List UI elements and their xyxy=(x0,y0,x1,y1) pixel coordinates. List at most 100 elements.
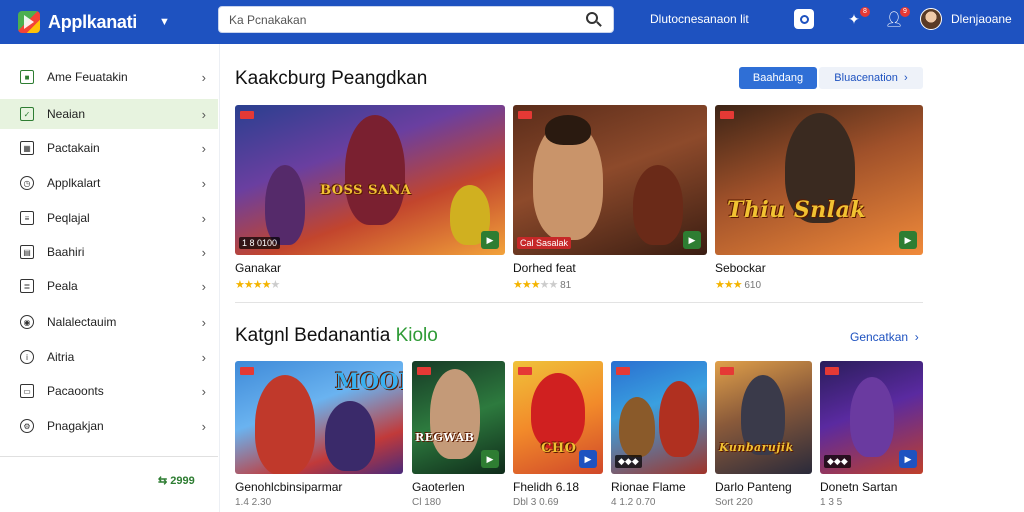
chevron-right-icon: › xyxy=(201,278,206,294)
game-title: Darlo Panteng xyxy=(715,480,792,494)
info-icon: i xyxy=(20,350,34,364)
secondary-filter-button[interactable]: Bluacenation › xyxy=(819,67,923,89)
sidebar-item-label: Aitria xyxy=(47,350,75,364)
badge-icon xyxy=(518,367,532,375)
rating-row: ★★★★★ 81 xyxy=(513,279,572,291)
search-icon[interactable] xyxy=(585,11,603,29)
sidebar-item-label: Pnagakjan xyxy=(47,419,104,433)
game-logo-text: MOON xyxy=(335,369,403,395)
game-card[interactable]: REGWAB ▶ Gaoterlen Cl 180 xyxy=(412,361,505,511)
avatar[interactable] xyxy=(920,8,942,30)
game-card[interactable]: ◆◆◆ Rionae Flame 4 1.2 0.70 xyxy=(611,361,707,511)
game-card[interactable]: MOON Genohlcbinsiparmar 1.4 2.30 xyxy=(235,361,403,511)
chevron-right-icon: › xyxy=(201,349,206,365)
sidebar-item-9[interactable]: ▭ Pacaoonts › xyxy=(0,376,218,406)
chevron-right-icon: › xyxy=(201,418,206,434)
chevron-down-icon[interactable]: ▼ xyxy=(159,16,170,28)
chevron-right-icon: › xyxy=(201,69,206,85)
document-icon: ≡ xyxy=(20,211,34,225)
rating-row: ★★★ 610 xyxy=(715,279,762,291)
section-title-text: Katgnl Bedanantia xyxy=(235,325,391,346)
game-title: Gaoterlen xyxy=(412,480,465,494)
sidebar-item-8[interactable]: i Aitria › xyxy=(0,342,218,372)
see-all-label: Gencatkan xyxy=(850,330,909,344)
character-art xyxy=(325,401,375,471)
featured-game-card[interactable]: Cal Sasalak ▶ Dorhed feat ★★★★★ 81 xyxy=(513,105,707,295)
sidebar-footer-text: 2999 xyxy=(170,475,195,487)
badge-icon xyxy=(720,111,734,119)
game-meta: 1 3 5 xyxy=(820,497,843,508)
game-logo-text: REGWAB xyxy=(415,431,475,444)
featured-game-card[interactable]: BOSS SANA 1 8 0100 ▶ Ganakar ★★★★★ xyxy=(235,105,505,295)
badge-icon xyxy=(720,367,734,375)
notification-icon[interactable]: ✦ 8 xyxy=(844,7,870,29)
section-title-accent: Kiolo xyxy=(395,325,438,346)
badge-icon xyxy=(417,367,431,375)
game-meta: Cl 180 xyxy=(412,497,441,508)
username[interactable]: Dlenjaoane xyxy=(951,12,1012,26)
sidebar-item-4[interactable]: ≡ Peqlajal › xyxy=(0,203,218,233)
sidebar-item-6[interactable]: ≣ Peala › xyxy=(0,271,218,301)
see-all-link[interactable]: Gencatkan › xyxy=(850,330,919,344)
sidebar-item-label: Ame Feuatakin xyxy=(47,70,128,84)
play-store-icon: ▶ xyxy=(481,450,499,468)
chevron-right-icon: › xyxy=(201,175,206,191)
play-store-icon: ▶ xyxy=(481,231,499,249)
game-meta: 1.4 2.30 xyxy=(235,497,272,508)
document-icon: ≣ xyxy=(20,279,34,293)
character-art xyxy=(265,165,305,245)
game-meta: Dbl 3 0.69 xyxy=(513,497,559,508)
rating-count: 81 xyxy=(560,280,572,291)
badge-icon xyxy=(616,367,630,375)
sidebar-item-label: Applkalart xyxy=(47,176,101,190)
featured-game-card[interactable]: Thiu Snlak ▶ Sebockar ★★★ 610 xyxy=(715,105,923,295)
secondary-button-label: Bluacenation xyxy=(834,72,898,84)
badge-icon xyxy=(240,367,254,375)
game-card[interactable]: Kunbarujik Darlo Panteng Sort 220 xyxy=(715,361,812,511)
price-tag: ◆◆◆ xyxy=(615,455,642,468)
notification-badge: 8 xyxy=(860,7,870,17)
game-card[interactable]: CHO ▶ Fhelidh 6.18 Dbl 3 0.69 xyxy=(513,361,603,511)
sidebar-item-7[interactable]: ◉ Nalalectauim › xyxy=(0,307,218,337)
rating-stars: ★★★★★ xyxy=(235,279,280,291)
game-logo-text: CHO xyxy=(541,441,577,456)
app-logo[interactable]: Applkanati ▼ xyxy=(18,11,208,33)
game-thumbnail: MOON xyxy=(235,361,403,474)
game-thumbnail: ◆◆◆ ▶ xyxy=(820,361,923,474)
sidebar-item-5[interactable]: ▤ Baahiri › xyxy=(0,237,218,267)
game-title: Donetn Sartan xyxy=(820,480,898,494)
sidebar-item-0[interactable]: ■ Ame Feuatakin › xyxy=(0,62,218,92)
sidebar-item-label: Pactakain xyxy=(47,141,100,155)
game-thumbnail: ◆◆◆ xyxy=(611,361,707,474)
character-art xyxy=(619,397,655,457)
add-user-icon[interactable]: 👤︎ 9 xyxy=(884,7,910,29)
game-card[interactable]: ◆◆◆ ▶ Donetn Sartan 1 3 5 xyxy=(820,361,923,511)
user-badge: 9 xyxy=(900,7,910,17)
search-box xyxy=(218,6,614,33)
sidebar-item-1[interactable]: ✓ Neaian › xyxy=(0,99,218,129)
primary-filter-button[interactable]: Baahdang xyxy=(739,67,817,89)
play-store-icon: ▶ xyxy=(579,450,597,468)
character-art xyxy=(531,373,585,449)
target-icon: ◉ xyxy=(20,315,34,329)
game-logo-text: Thiu Snlak xyxy=(727,197,867,223)
search-input[interactable] xyxy=(229,12,585,27)
sidebar-item-2[interactable]: ▦ Pactakain › xyxy=(0,133,218,163)
price-tag: ◆◆◆ xyxy=(824,455,851,468)
play-store-icon: ▶ xyxy=(683,231,701,249)
sidebar-item-3[interactable]: ◷ Applkalart › xyxy=(0,168,218,198)
game-title: Sebockar xyxy=(715,261,766,275)
sidebar: ■ Ame Feuatakin › ✓ Neaian › ▦ Pactakain… xyxy=(0,44,220,512)
play-store-icon: ▶ xyxy=(899,231,917,249)
sidebar-item-10[interactable]: ⚙ Pnagakjan › xyxy=(0,411,218,441)
game-meta: 4 1.2 0.70 xyxy=(611,497,656,508)
game-title: Genohlcbinsiparmar xyxy=(235,480,343,494)
sidebar-item-label: Nalalectauim xyxy=(47,315,117,329)
camera-icon[interactable] xyxy=(794,9,814,29)
character-art xyxy=(345,115,405,225)
chevron-right-icon: › xyxy=(914,330,919,344)
character-art xyxy=(850,377,894,457)
game-logo-text: Kunbarujik xyxy=(719,441,794,454)
top-link[interactable]: Dlutocnesanaon lit xyxy=(650,12,749,26)
badge-icon xyxy=(518,111,532,119)
